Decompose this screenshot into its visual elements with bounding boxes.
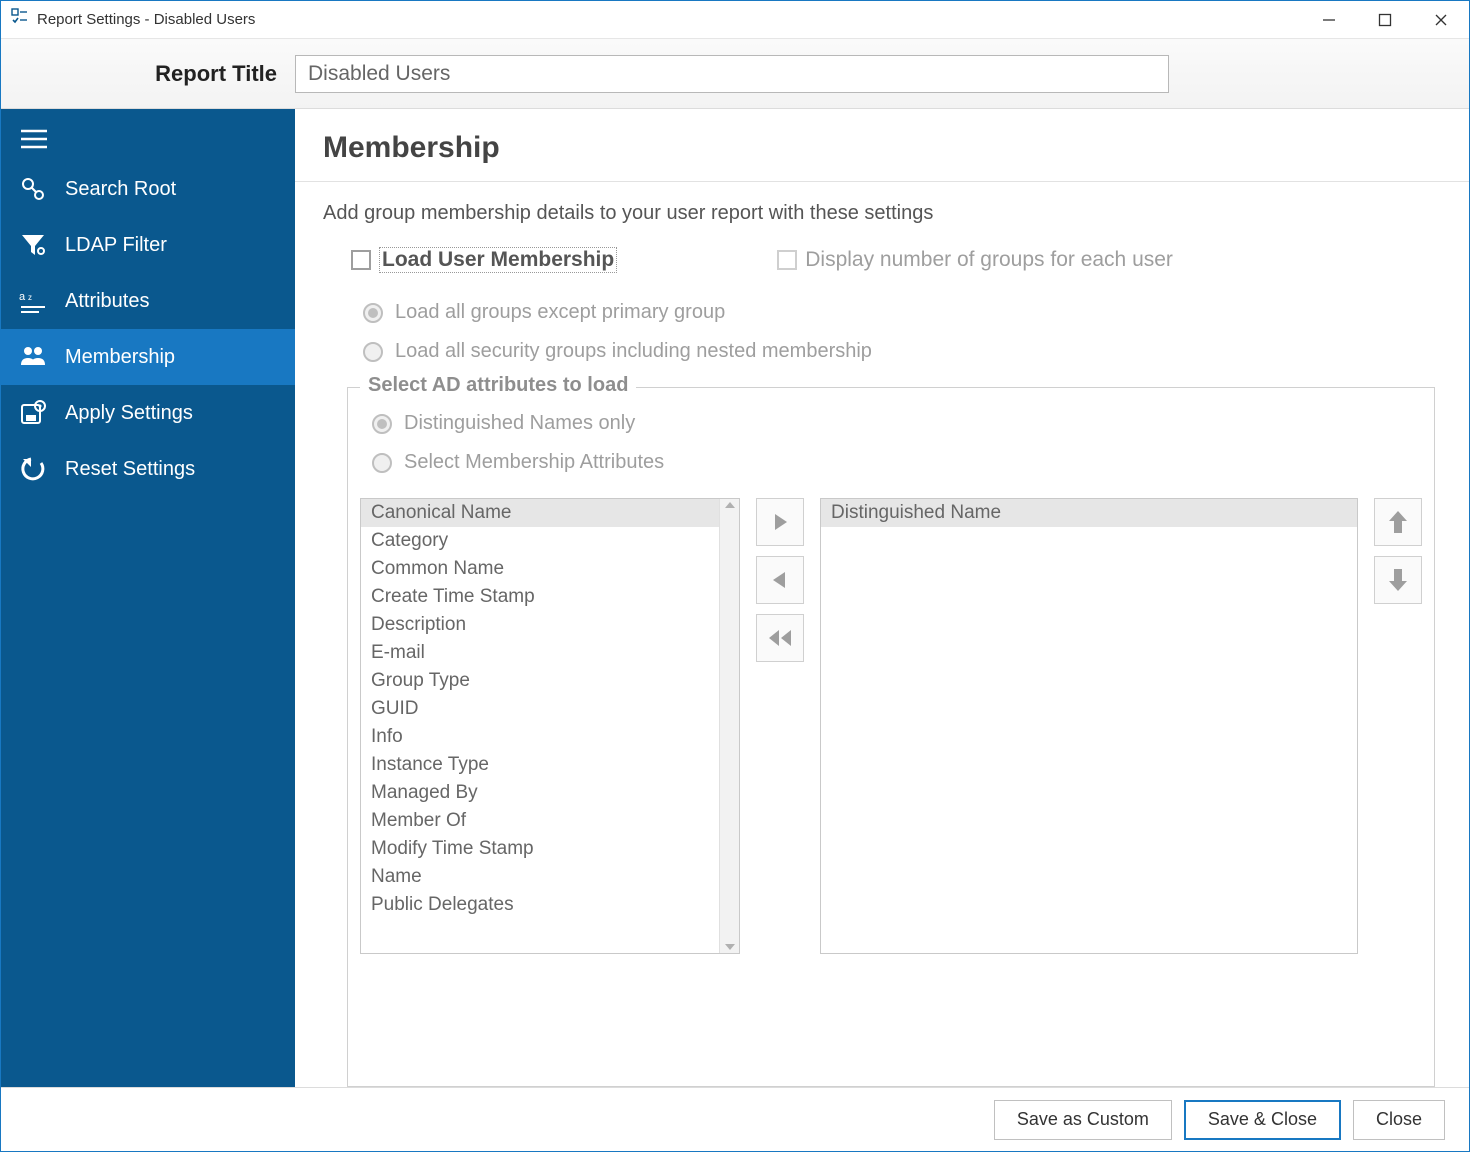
move-down-button[interactable]	[1374, 556, 1422, 604]
list-item[interactable]: Category	[361, 527, 719, 555]
sidebar-item-label: LDAP Filter	[65, 234, 167, 257]
close-button[interactable]	[1413, 2, 1469, 38]
list-item[interactable]: Public Delegates	[361, 891, 719, 919]
save-as-custom-button[interactable]: Save as Custom	[994, 1100, 1172, 1140]
radio-select-membership-attrs[interactable]: Select Membership Attributes	[360, 451, 1422, 474]
content-header: Membership	[295, 109, 1469, 182]
move-right-button[interactable]	[756, 498, 804, 546]
svg-text:z: z	[28, 293, 32, 302]
attribute-lists-row: Canonical NameCategoryCommon NameCreate …	[360, 498, 1422, 1074]
sidebar-item-label: Membership	[65, 346, 175, 369]
top-checkbox-row: Load User Membership Display number of g…	[323, 247, 1441, 273]
radio-label: Load all security groups including neste…	[395, 340, 872, 363]
checkbox-icon	[351, 250, 371, 270]
scroll-up-icon	[725, 502, 735, 508]
radio-label: Distinguished Names only	[404, 412, 635, 435]
order-buttons	[1374, 498, 1422, 1074]
radio-label: Load all groups except primary group	[395, 301, 725, 324]
attributes-icon: a z	[19, 287, 47, 315]
dialog-footer: Save as Custom Save & Close Close	[1, 1087, 1469, 1151]
move-buttons	[756, 498, 804, 1074]
reset-icon	[19, 455, 47, 483]
move-all-left-button[interactable]	[756, 614, 804, 662]
sidebar-item-membership[interactable]: Membership	[1, 329, 295, 385]
list-item[interactable]: Description	[361, 611, 719, 639]
move-up-button[interactable]	[1374, 498, 1422, 546]
sidebar-item-attributes[interactable]: a z Attributes	[1, 273, 295, 329]
sidebar-item-apply-settings[interactable]: Apply Settings	[1, 385, 295, 441]
sidebar-item-label: Apply Settings	[65, 402, 193, 425]
checkbox-icon	[777, 250, 797, 270]
dialog-window: Report Settings - Disabled Users Report …	[0, 0, 1470, 1152]
radio-load-security-groups[interactable]: Load all security groups including neste…	[323, 340, 1441, 363]
select-ad-attributes-fieldset: Select AD attributes to load Distinguish…	[347, 387, 1435, 1087]
checkbox-label: Load User Membership	[379, 247, 617, 273]
radio-icon	[372, 453, 392, 473]
close-dialog-button[interactable]: Close	[1353, 1100, 1445, 1140]
save-and-close-button[interactable]: Save & Close	[1184, 1100, 1341, 1140]
window-controls	[1301, 2, 1469, 38]
page-description: Add group membership details to your use…	[323, 202, 1441, 225]
list-item[interactable]: Member Of	[361, 807, 719, 835]
sidebar-item-reset-settings[interactable]: Reset Settings	[1, 441, 295, 497]
available-attributes-list[interactable]: Canonical NameCategoryCommon NameCreate …	[360, 498, 740, 954]
move-left-button[interactable]	[756, 556, 804, 604]
list-item[interactable]: Canonical Name	[361, 499, 719, 527]
maximize-button[interactable]	[1357, 2, 1413, 38]
report-title-row: Report Title	[1, 39, 1469, 109]
search-root-icon	[19, 175, 47, 203]
content-pane: Membership Add group membership details …	[295, 109, 1469, 1087]
radio-load-all-groups[interactable]: Load all groups except primary group	[323, 301, 1441, 324]
membership-icon	[19, 343, 47, 371]
minimize-button[interactable]	[1301, 2, 1357, 38]
display-num-groups-checkbox[interactable]: Display number of groups for each user	[777, 248, 1173, 272]
content-body: Add group membership details to your use…	[295, 182, 1469, 1087]
fieldset-legend: Select AD attributes to load	[360, 374, 636, 397]
list-item[interactable]: Instance Type	[361, 751, 719, 779]
sidebar-toggle[interactable]	[1, 117, 295, 161]
titlebar: Report Settings - Disabled Users	[1, 1, 1469, 39]
scrollbar[interactable]	[719, 499, 739, 953]
radio-icon	[372, 414, 392, 434]
list-item[interactable]: Modify Time Stamp	[361, 835, 719, 863]
filter-icon	[19, 231, 47, 259]
sidebar-item-search-root[interactable]: Search Root	[1, 161, 295, 217]
radio-icon	[363, 303, 383, 323]
list-item[interactable]: Distinguished Name	[821, 499, 1357, 527]
radio-label: Select Membership Attributes	[404, 451, 664, 474]
checkbox-label: Display number of groups for each user	[805, 248, 1173, 272]
window-title: Report Settings - Disabled Users	[37, 11, 255, 28]
apply-settings-icon	[19, 399, 47, 427]
sidebar-item-ldap-filter[interactable]: LDAP Filter	[1, 217, 295, 273]
main-area: Search Root LDAP Filter a z	[1, 109, 1469, 1087]
sidebar-item-label: Attributes	[65, 290, 149, 313]
svg-text:a: a	[19, 291, 26, 303]
list-item[interactable]: GUID	[361, 695, 719, 723]
list-item[interactable]: E-mail	[361, 639, 719, 667]
list-item[interactable]: Common Name	[361, 555, 719, 583]
page-title: Membership	[323, 131, 1441, 165]
radio-icon	[363, 342, 383, 362]
report-title-input[interactable]	[295, 55, 1169, 93]
scroll-down-icon	[725, 944, 735, 950]
list-item[interactable]: Create Time Stamp	[361, 583, 719, 611]
list-item[interactable]: Group Type	[361, 667, 719, 695]
report-title-label: Report Title	[1, 61, 295, 87]
sidebar: Search Root LDAP Filter a z	[1, 109, 295, 1087]
sidebar-item-label: Reset Settings	[65, 458, 195, 481]
list-item[interactable]: Name	[361, 863, 719, 891]
list-item[interactable]: Info	[361, 723, 719, 751]
list-item[interactable]: Managed By	[361, 779, 719, 807]
radio-dn-only[interactable]: Distinguished Names only	[360, 412, 1422, 435]
selected-attributes-list[interactable]: Distinguished Name	[820, 498, 1358, 954]
sidebar-item-label: Search Root	[65, 178, 176, 201]
app-icon	[11, 8, 29, 31]
load-user-membership-checkbox[interactable]: Load User Membership	[351, 247, 617, 273]
